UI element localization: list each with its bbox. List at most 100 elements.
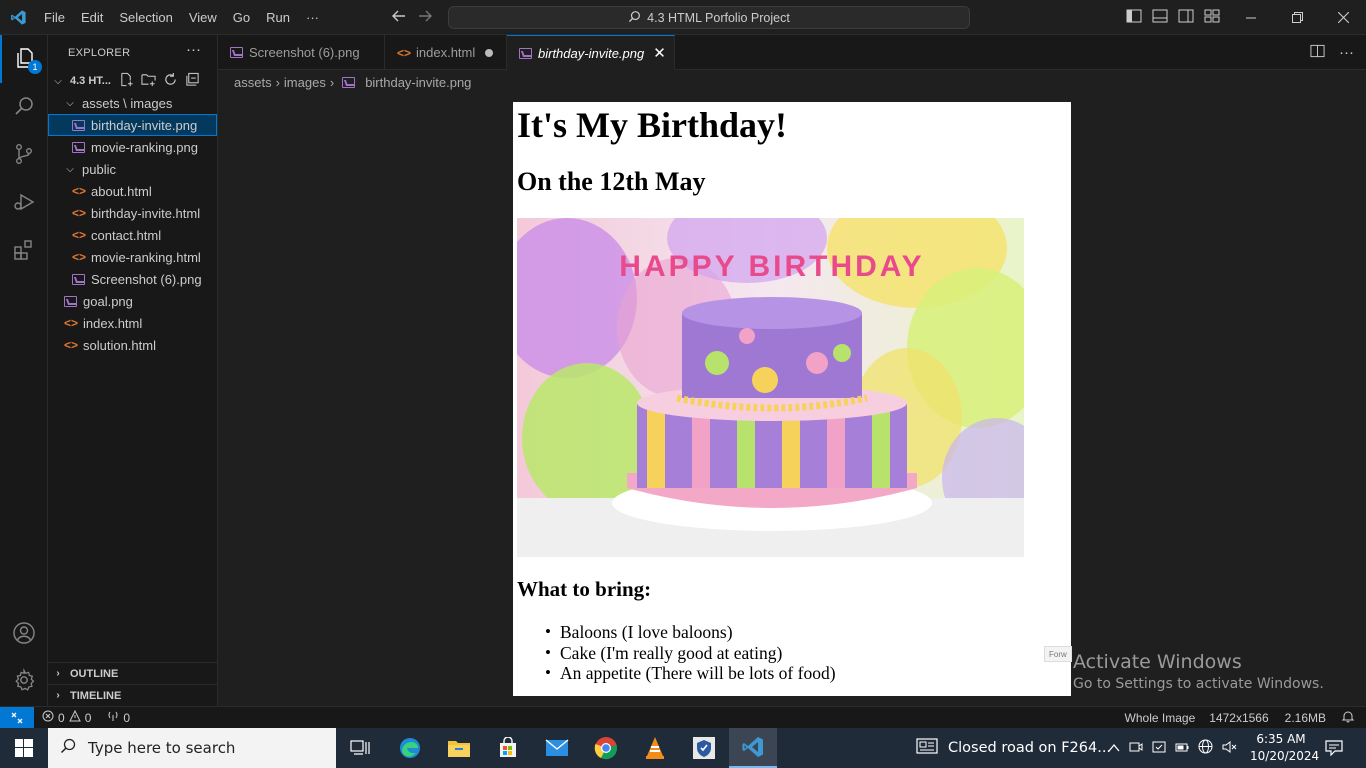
menu-selection[interactable]: Selection xyxy=(111,0,180,35)
extensions-activity[interactable] xyxy=(0,227,48,275)
explorer-sidebar: EXPLORER ··· ⌵ 4.3 HT... ⌵ assets \ imag… xyxy=(48,35,218,706)
explorer-badge: 1 xyxy=(28,60,42,74)
split-editor-icon[interactable] xyxy=(1310,44,1325,61)
html-file-icon: <> xyxy=(397,45,412,60)
windows-start-icon[interactable] xyxy=(0,728,48,768)
taskbar-clock[interactable]: 6:35 AM 10/20/2024 xyxy=(1250,731,1319,765)
more-actions-icon[interactable]: ··· xyxy=(1339,44,1354,61)
speaker-muted-icon[interactable] xyxy=(1222,740,1237,757)
tree-file-index-html[interactable]: <> index.html xyxy=(48,312,217,334)
run-debug-icon xyxy=(12,190,36,217)
new-file-icon[interactable] xyxy=(119,72,134,90)
breadcrumb-item[interactable]: images xyxy=(284,75,326,90)
explorer-more-icon[interactable]: ··· xyxy=(186,41,201,58)
breadcrumb-item[interactable]: birthday-invite.png xyxy=(365,75,471,90)
activate-subtitle: Go to Settings to activate Windows. xyxy=(1073,676,1324,692)
breadcrumb-item[interactable]: assets xyxy=(234,75,272,90)
outline-section[interactable]: › OUTLINE xyxy=(48,662,217,684)
tree-file-screenshot-png[interactable]: Screenshot (6).png xyxy=(48,268,217,290)
device-icon[interactable] xyxy=(1152,740,1166,757)
file-explorer-icon[interactable] xyxy=(435,728,483,768)
tree-file-about-html[interactable]: <> about.html xyxy=(48,180,217,202)
tree-folder-assets-images[interactable]: ⌵ assets \ images xyxy=(48,92,217,114)
toggle-panel-icon[interactable] xyxy=(1152,9,1168,26)
tree-file-movie-ranking-html[interactable]: <> movie-ranking.html xyxy=(48,246,217,268)
tree-file-goal-png[interactable]: goal.png xyxy=(48,290,217,312)
security-app-icon[interactable] xyxy=(680,728,728,768)
news-widget[interactable]: Closed road on F264... xyxy=(916,728,1111,768)
toggle-secondary-sidebar-icon[interactable] xyxy=(1178,9,1194,26)
image-file-icon xyxy=(230,47,243,58)
tree-label: birthday-invite.png xyxy=(91,117,198,133)
edge-browser-icon[interactable] xyxy=(386,728,434,768)
close-window-icon[interactable] xyxy=(1320,0,1366,35)
new-folder-icon[interactable] xyxy=(141,72,156,90)
title-bar: File Edit Selection View Go Run ··· 4.3 … xyxy=(0,0,1366,35)
timeline-label: TIMELINE xyxy=(70,689,122,702)
source-control-activity[interactable] xyxy=(0,131,48,179)
chevron-right-icon: › xyxy=(329,74,335,90)
collapse-all-icon[interactable] xyxy=(185,72,200,90)
tree-file-contact-html[interactable]: <> contact.html xyxy=(48,224,217,246)
tree-folder-public[interactable]: ⌵ public xyxy=(48,158,217,180)
menu-go[interactable]: Go xyxy=(225,0,258,35)
minimize-icon[interactable] xyxy=(1228,0,1274,35)
microsoft-store-icon[interactable] xyxy=(484,728,532,768)
menu-run[interactable]: Run xyxy=(258,0,298,35)
notification-center-icon[interactable] xyxy=(1322,728,1346,768)
tree-file-movie-ranking-png[interactable]: movie-ranking.png xyxy=(48,136,217,158)
html-file-icon: <> xyxy=(72,228,87,242)
html-file-icon: <> xyxy=(64,338,79,352)
tree-label: solution.html xyxy=(83,337,156,353)
vlc-icon[interactable] xyxy=(631,728,679,768)
system-tray xyxy=(1108,728,1237,768)
command-center-label: 4.3 HTML Porfolio Project xyxy=(647,10,790,25)
forward-arrow-icon[interactable] xyxy=(416,9,434,26)
news-icon xyxy=(916,738,938,758)
menu-more[interactable]: ··· xyxy=(298,0,327,35)
taskbar-search[interactable]: Type here to search xyxy=(48,728,336,768)
toggle-primary-sidebar-icon[interactable] xyxy=(1126,9,1142,26)
settings-activity[interactable] xyxy=(0,657,48,705)
chevron-up-icon[interactable] xyxy=(1108,741,1120,756)
refresh-icon[interactable] xyxy=(163,72,178,90)
timeline-section[interactable]: › TIMELINE xyxy=(48,684,217,706)
mail-icon[interactable] xyxy=(533,728,581,768)
explorer-root-folder[interactable]: ⌵ 4.3 HT... xyxy=(48,70,218,92)
menu-edit[interactable]: Edit xyxy=(73,0,111,35)
taskbar-search-placeholder: Type here to search xyxy=(88,739,236,757)
vscode-taskbar-icon[interactable] xyxy=(729,728,777,768)
tab-screenshot-png[interactable]: Screenshot (6).png xyxy=(218,35,385,70)
chrome-icon[interactable] xyxy=(582,728,630,768)
command-center-search[interactable]: 4.3 HTML Porfolio Project xyxy=(448,6,970,29)
unsaved-dot-icon[interactable] xyxy=(485,48,494,57)
notifications-bell-icon[interactable] xyxy=(1341,710,1355,726)
battery-icon[interactable] xyxy=(1175,740,1189,757)
tab-birthday-invite-png[interactable]: birthday-invite.png ✕ xyxy=(507,35,675,70)
source-control-icon xyxy=(12,142,36,169)
tree-file-solution-html[interactable]: <> solution.html xyxy=(48,334,217,356)
explorer-activity[interactable]: 1 xyxy=(0,35,48,83)
menu-view[interactable]: View xyxy=(181,0,225,35)
remote-indicator-icon[interactable] xyxy=(0,706,34,729)
tab-index-html[interactable]: <> index.html xyxy=(385,35,507,70)
meet-now-icon[interactable] xyxy=(1129,740,1143,757)
tree-file-birthday-invite-html[interactable]: <> birthday-invite.html xyxy=(48,202,217,224)
explorer-title: EXPLORER xyxy=(68,47,131,59)
close-tab-icon[interactable]: ✕ xyxy=(653,44,666,62)
tree-file-birthday-invite-png[interactable]: birthday-invite.png xyxy=(48,114,217,136)
ports-indicator[interactable]: 0 xyxy=(107,710,130,725)
task-view-icon[interactable] xyxy=(336,728,384,768)
image-view-mode[interactable]: Whole Image xyxy=(1125,711,1196,725)
menu-file[interactable]: File xyxy=(36,0,73,35)
back-arrow-icon[interactable] xyxy=(390,9,408,26)
customize-layout-icon[interactable] xyxy=(1204,9,1220,26)
network-globe-icon[interactable] xyxy=(1198,739,1213,757)
restore-icon[interactable] xyxy=(1274,0,1320,35)
run-debug-activity[interactable] xyxy=(0,179,48,227)
search-activity[interactable] xyxy=(0,83,48,131)
list-item: Baloons (I love baloons) xyxy=(545,622,836,643)
accounts-activity[interactable] xyxy=(0,610,48,658)
explorer-actions xyxy=(119,72,200,90)
problems-indicator[interactable]: 0 0 xyxy=(42,709,91,725)
